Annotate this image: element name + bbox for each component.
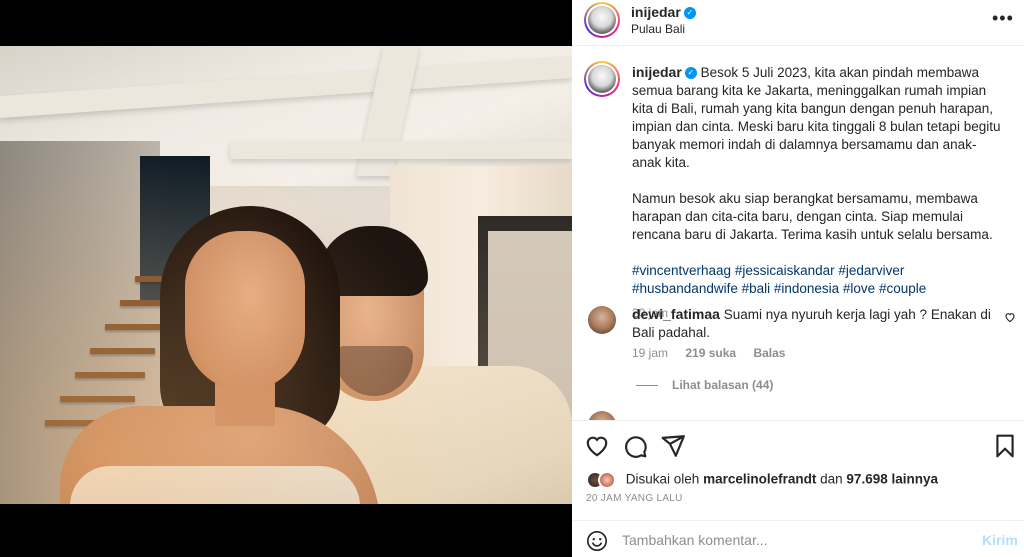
liker-username[interactable]: marcelinolefrandt [703,472,816,487]
post-panel: inijedar ✓ Pulau Bali ••• inijedar ✓ Besok… [572,0,1024,557]
view-replies-label: Lihat balasan (44) [672,378,774,392]
comment-icon[interactable] [622,433,648,459]
more-options-icon[interactable]: ••• [992,8,1014,29]
verified-badge-icon: ✓ [684,67,697,80]
likes-summary: Disukai oleh marcelinolefrandt dan 97.69… [586,471,938,489]
comment-input[interactable] [622,529,962,551]
commenter-avatar [588,411,616,420]
author-avatar[interactable] [584,2,620,38]
comment: dewi_fatimaa Suami nya nyuruh kerja lagi… [632,305,992,342]
photo-light [0,46,572,504]
caption-paragraph: inijedar ✓ Besok 5 Juli 2023, kita akan p… [632,63,1004,172]
bookmark-icon[interactable] [992,433,1018,459]
comment-heart-icon[interactable] [1004,311,1016,323]
heart-icon[interactable] [584,433,610,459]
post-comment-button[interactable]: Kirim [982,532,1018,548]
likes-and: dan [820,471,843,487]
caption-username[interactable]: inijedar [632,64,682,80]
add-comment-bar: Kirim [572,520,1024,557]
comments-section[interactable]: inijedar ✓ Besok 5 Juli 2023, kita akan p… [572,47,1024,420]
post-caption: inijedar ✓ Besok 5 Juli 2023, kita akan p… [632,63,1004,322]
commenter-username[interactable]: dewi_fatimaa [632,306,720,322]
commenter-avatar[interactable] [588,306,616,334]
post-timestamp[interactable]: 20 JAM YANG LALU [586,493,683,504]
emoji-icon[interactable] [586,530,608,552]
post-actions [572,420,1024,470]
caption-paragraph: Namun besok aku siap berangkat bersamamu… [632,191,993,242]
replies-line [636,385,658,387]
likes-others[interactable]: 97.698 lainnya [846,472,938,487]
verified-badge-icon: ✓ [683,6,696,19]
likers-avatars[interactable] [586,471,616,489]
post-media[interactable] [0,0,572,557]
likes-prefix: Disukai oleh [625,471,700,487]
caption-avatar[interactable] [584,61,620,97]
author-username[interactable]: inijedar [631,4,681,20]
comment-meta: 19 jam 219 suka Balas [632,346,799,360]
post-location[interactable]: Pulau Bali [631,22,685,36]
author-line: inijedar ✓ [631,4,696,22]
comment-likes[interactable]: 219 suka [685,346,736,360]
post-header: inijedar ✓ Pulau Bali ••• [572,0,1024,46]
view-replies-button[interactable]: Lihat balasan (44) [636,378,773,392]
post-photo[interactable] [0,46,572,504]
comment-time[interactable]: 19 jam [632,346,668,360]
reply-button[interactable]: Balas [753,346,785,360]
share-icon[interactable] [660,433,686,459]
caption-hashtags[interactable]: #vincentverhaag #jessicaiskandar #jedarv… [632,262,1004,298]
caption-text: Besok 5 Juli 2023, kita akan pindah memb… [632,65,1001,170]
